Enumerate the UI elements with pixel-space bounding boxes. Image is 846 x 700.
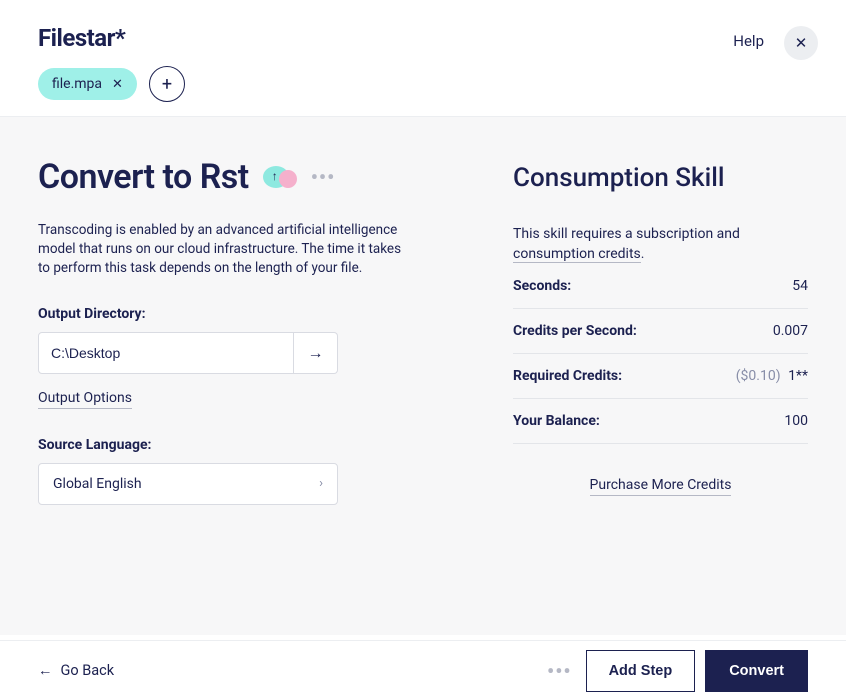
balance-label: Your Balance:: [513, 413, 600, 429]
output-options-link[interactable]: Output Options: [38, 390, 132, 409]
close-icon: ✕: [795, 34, 808, 52]
close-button[interactable]: ✕: [784, 26, 818, 60]
required-wrap: ($0.10) 1**: [736, 368, 808, 384]
stat-row-seconds: Seconds: 54: [513, 264, 808, 309]
purchase-row: Purchase More Credits: [513, 474, 808, 496]
stat-row-cps: Credits per Second: 0.007: [513, 309, 808, 354]
stat-row-required: Required Credits: ($0.10) 1**: [513, 354, 808, 399]
seconds-label: Seconds:: [513, 278, 571, 294]
convert-button[interactable]: Convert: [705, 650, 808, 692]
left-column: Convert to Rst ↑ ••• Transcoding is enab…: [38, 157, 423, 605]
required-label: Required Credits:: [513, 368, 622, 384]
output-dir-browse-button[interactable]: →: [294, 332, 338, 374]
required-cost: ($0.10): [736, 368, 781, 384]
balance-value: 100: [784, 413, 808, 429]
consumption-desc-post: .: [641, 246, 645, 262]
remove-file-icon[interactable]: ✕: [112, 77, 123, 92]
required-value: 1**: [788, 368, 808, 384]
footer-more-icon[interactable]: •••: [547, 659, 572, 683]
app-logo: Filestar*: [38, 24, 808, 52]
cps-value: 0.007: [773, 323, 808, 339]
description-text: Transcoding is enabled by an advanced ar…: [38, 221, 408, 278]
cps-label: Credits per Second:: [513, 323, 637, 339]
page-title: Convert to Rst: [38, 157, 249, 197]
purchase-credits-link[interactable]: Purchase More Credits: [590, 477, 732, 496]
chevron-right-icon: ›: [319, 476, 323, 491]
consumption-desc: This skill requires a subscription and c…: [513, 225, 808, 264]
source-lang-select[interactable]: Global English ›: [38, 463, 338, 505]
source-lang-value: Global English: [53, 476, 142, 492]
consumption-desc-pre: This skill requires a subscription and: [513, 226, 740, 242]
add-step-button[interactable]: Add Step: [586, 650, 696, 692]
go-back-button[interactable]: ← Go Back: [38, 662, 114, 679]
go-back-label: Go Back: [61, 662, 115, 679]
consumption-title: Consumption Skill: [513, 163, 808, 193]
consumption-credits-link[interactable]: consumption credits: [513, 246, 641, 263]
more-options-icon[interactable]: •••: [311, 165, 336, 189]
file-row: file.mpa ✕ +: [38, 66, 808, 102]
plus-icon: +: [162, 74, 172, 95]
arrow-left-icon: ←: [38, 662, 53, 679]
right-column: Consumption Skill This skill requires a …: [513, 157, 808, 605]
arrow-right-icon: →: [308, 343, 324, 363]
file-chip-label: file.mpa: [52, 76, 102, 92]
output-dir-input[interactable]: [38, 332, 294, 374]
cloud-upload-icon: ↑: [263, 166, 299, 188]
seconds-value: 54: [792, 278, 808, 294]
footer-bar: ← Go Back ••• Add Step Convert: [0, 640, 846, 700]
output-dir-label: Output Directory:: [38, 306, 423, 322]
add-file-button[interactable]: +: [149, 66, 185, 102]
header-bar: Filestar* Help ✕ file.mpa ✕ +: [0, 0, 846, 116]
page-title-row: Convert to Rst ↑ •••: [38, 157, 423, 197]
output-dir-group: →: [38, 332, 338, 374]
content-area: Convert to Rst ↑ ••• Transcoding is enab…: [0, 116, 846, 635]
stat-row-balance: Your Balance: 100: [513, 399, 808, 444]
help-link[interactable]: Help: [733, 32, 764, 50]
file-chip[interactable]: file.mpa ✕: [38, 68, 137, 100]
source-lang-label: Source Language:: [38, 437, 423, 453]
